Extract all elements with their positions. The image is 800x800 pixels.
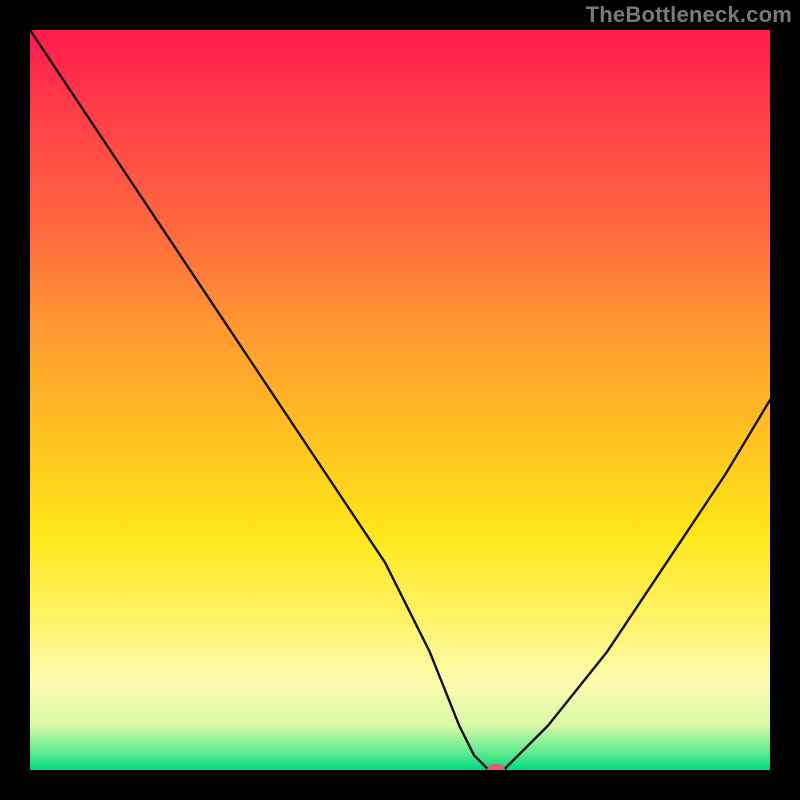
plot-area [30, 30, 770, 770]
watermark-text: TheBottleneck.com [586, 2, 792, 28]
chart-frame: TheBottleneck.com [0, 0, 800, 800]
optimal-marker [487, 764, 505, 770]
curve-svg [30, 30, 770, 770]
bottleneck-curve [30, 30, 770, 770]
